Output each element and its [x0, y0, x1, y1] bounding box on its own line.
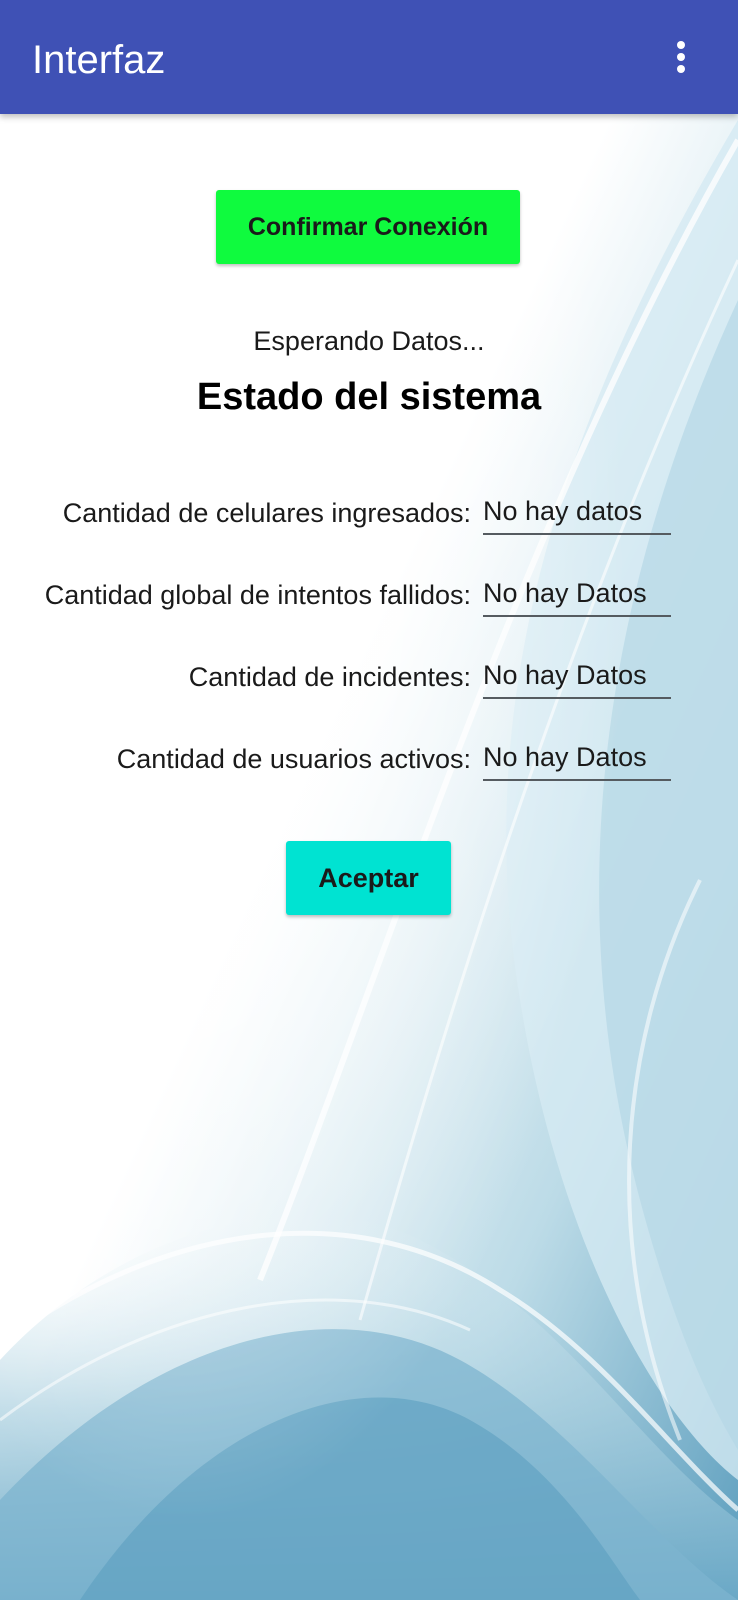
- more-vert-icon[interactable]: [668, 37, 694, 77]
- row-label-usuarios-activos: Cantidad de usuarios activos:: [116, 744, 471, 774]
- field-intentos-fallidos[interactable]: No hay Datos: [483, 575, 671, 617]
- field-usuarios-activos[interactable]: No hay Datos: [483, 739, 671, 781]
- field-celulares[interactable]: No hay datos: [483, 493, 671, 535]
- row-label-incidentes: Cantidad de incidentes:: [188, 662, 471, 692]
- accept-button[interactable]: Aceptar: [286, 841, 451, 915]
- app-title: Interfaz: [32, 38, 166, 82]
- field-incidentes[interactable]: No hay Datos: [483, 657, 671, 699]
- app-bar: Interfaz: [0, 0, 738, 114]
- row-label-celulares: Cantidad de celulares ingresados:: [62, 498, 471, 528]
- status-text: Esperando Datos...: [253, 326, 485, 356]
- row-label-intentos-fallidos: Cantidad global de intentos fallidos:: [44, 580, 471, 610]
- main-content: Confirmar Conexión Esperando Datos... Es…: [0, 0, 738, 1600]
- page-title: Estado del sistema: [196, 376, 542, 418]
- confirm-connection-button[interactable]: Confirmar Conexión: [216, 190, 520, 264]
